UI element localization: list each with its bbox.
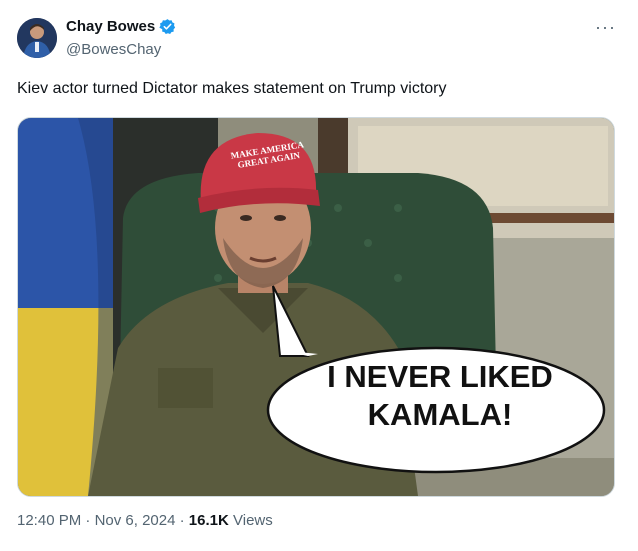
author-avatar[interactable] xyxy=(17,18,57,58)
author-display-name[interactable]: Chay Bowes xyxy=(66,18,155,35)
author-name-row: Chay Bowes xyxy=(66,18,176,35)
meta-separator: · xyxy=(81,512,95,529)
more-horizontal-icon[interactable]: ··· xyxy=(595,18,616,36)
tweet-meta: 12:40 PM · Nov 6, 2024 · 16.1K Views xyxy=(17,512,273,529)
tweet-time[interactable]: 12:40 PM xyxy=(17,512,81,529)
views-label: Views xyxy=(233,512,273,529)
author-handle[interactable]: @BowesChay xyxy=(66,41,161,58)
tweet-date[interactable]: Nov 6, 2024 xyxy=(95,512,176,529)
views-count: 16.1K xyxy=(188,512,229,529)
tweet-card: Chay Bowes @BowesChay ··· Kiev actor tur… xyxy=(0,0,638,551)
meta-separator: · xyxy=(175,512,189,529)
verified-badge-icon xyxy=(159,18,176,35)
tweet-image[interactable]: MAKE AMERICA GREAT AGAIN I NEVER LIKED K… xyxy=(17,117,615,497)
tweet-text: Kiev actor turned Dictator makes stateme… xyxy=(17,80,447,97)
speech-bubble-text: I NEVER LIKED KAMALA! xyxy=(327,359,553,432)
